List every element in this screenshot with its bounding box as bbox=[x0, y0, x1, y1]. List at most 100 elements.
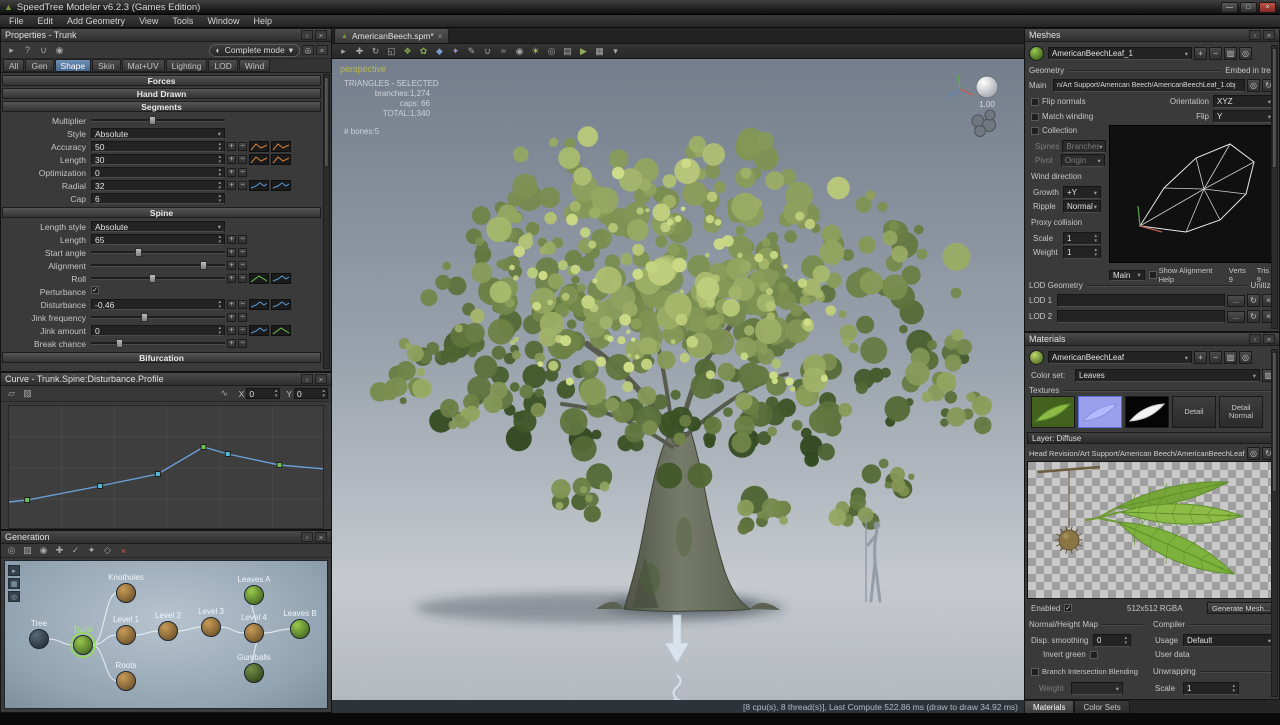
close-panel-icon[interactable]: × bbox=[1263, 30, 1275, 40]
curve-point-1[interactable] bbox=[98, 484, 103, 489]
panel-close-icon[interactable]: × bbox=[316, 45, 328, 55]
lod1-reload-icon[interactable]: ↻ bbox=[1247, 294, 1260, 307]
gen-node-trunk[interactable]: Trunk bbox=[71, 625, 95, 657]
optimization-input[interactable]: 0▴▾ bbox=[91, 167, 225, 178]
alignment-minus-button[interactable]: − bbox=[238, 261, 247, 270]
curve-editor[interactable] bbox=[8, 405, 324, 529]
main-mesh-path-field[interactable]: n/Art Support/American Beech/AmericanBee… bbox=[1053, 79, 1245, 92]
texture-preview[interactable] bbox=[1027, 461, 1277, 599]
lod2-browse-button[interactable]: ... bbox=[1227, 311, 1245, 323]
jink-frequency-slider-handle[interactable] bbox=[141, 313, 148, 322]
gen-node-leaves-b[interactable]: Leaves B bbox=[283, 609, 316, 639]
options-dropdown-icon[interactable]: ▾ bbox=[608, 45, 623, 58]
length-minus-button[interactable]: − bbox=[238, 235, 247, 244]
tab-lod[interactable]: LOD bbox=[208, 59, 237, 72]
focus-icon[interactable]: ◎ bbox=[544, 45, 559, 58]
start-angle-slider[interactable] bbox=[91, 251, 225, 254]
add-branch-icon[interactable]: ❖ bbox=[400, 45, 415, 58]
gen-node-level-2[interactable]: Level 2 bbox=[155, 611, 181, 641]
length-plus-button[interactable]: + bbox=[227, 155, 236, 164]
radial-plus-button[interactable]: + bbox=[227, 181, 236, 190]
section-bifurcation[interactable]: Bifurcation bbox=[2, 352, 321, 363]
show-alignment-checkbox[interactable] bbox=[1149, 271, 1157, 279]
add-material-button[interactable]: + bbox=[1194, 351, 1207, 364]
mesh-scale-input[interactable]: 1 ▴▾ bbox=[1063, 232, 1101, 245]
wind-icon[interactable]: ≈ bbox=[496, 45, 511, 58]
float-panel-icon[interactable]: ▫ bbox=[301, 30, 313, 40]
break-chance-slider[interactable] bbox=[91, 342, 225, 345]
section-spine[interactable]: Spine bbox=[2, 207, 321, 218]
disturbance-curve-thumb-1[interactable] bbox=[271, 299, 291, 310]
profile-mode-icon[interactable]: ▱ bbox=[4, 387, 19, 400]
lod1-browse-button[interactable]: ... bbox=[1227, 295, 1245, 307]
browse-texture-icon[interactable]: ◎ bbox=[1247, 447, 1260, 460]
break-chance-plus-button[interactable]: + bbox=[227, 339, 236, 348]
compute-icon[interactable]: ✦ bbox=[84, 544, 99, 557]
mesh-weight-input[interactable]: 1 ▴▾ bbox=[1063, 246, 1101, 259]
length-curve-thumb-1[interactable] bbox=[271, 154, 291, 165]
menu-tools[interactable]: Tools bbox=[165, 15, 200, 27]
curve-x-input[interactable]: 0▴▾ bbox=[246, 388, 280, 399]
camera-icon[interactable]: ◉ bbox=[512, 45, 527, 58]
menu-view[interactable]: View bbox=[132, 15, 165, 27]
jink-amount-plus-button[interactable]: + bbox=[227, 326, 236, 335]
usage-dropdown[interactable]: Default▾ bbox=[1183, 634, 1275, 647]
enabled-checkbox[interactable]: ✓ bbox=[1064, 604, 1072, 612]
multiplier-slider[interactable] bbox=[91, 119, 225, 122]
gen-node-leaves-a[interactable]: Leaves A bbox=[238, 575, 272, 605]
menu-add-geometry[interactable]: Add Geometry bbox=[60, 15, 132, 27]
radial-curve-thumb-0[interactable] bbox=[249, 180, 269, 191]
gen-node-gumballs[interactable]: Gumballs bbox=[237, 653, 271, 683]
lod2-reload-icon[interactable]: ↻ bbox=[1247, 310, 1260, 323]
normal-texture-thumb[interactable] bbox=[1078, 396, 1122, 428]
menu-edit[interactable]: Edit bbox=[31, 15, 61, 27]
optimization-plus-button[interactable]: + bbox=[227, 168, 236, 177]
embed-in-tree-label[interactable]: Embed in tree bbox=[1225, 66, 1275, 75]
close-panel-icon[interactable]: × bbox=[315, 30, 327, 40]
disturbance-minus-button[interactable]: − bbox=[238, 300, 247, 309]
tab-mat-uv[interactable]: Mat+UV bbox=[122, 59, 165, 72]
gear-icon[interactable]: ◎ bbox=[302, 45, 314, 55]
disturbance-input[interactable]: -0.46▴▾ bbox=[91, 299, 225, 310]
move-node-icon[interactable]: ✚ bbox=[52, 544, 67, 557]
close-panel-icon[interactable]: × bbox=[1263, 334, 1275, 344]
frame-icon[interactable]: ▨ bbox=[20, 544, 35, 557]
length-plus-button[interactable]: + bbox=[227, 235, 236, 244]
add-leaf-icon[interactable]: ✿ bbox=[416, 45, 431, 58]
tab-wind[interactable]: Wind bbox=[239, 59, 270, 72]
gen-node-level-4[interactable]: Level 4 bbox=[241, 613, 267, 643]
grid-icon[interactable]: ▦ bbox=[8, 578, 20, 589]
length-curve-thumb-0[interactable] bbox=[249, 154, 269, 165]
break-chance-minus-button[interactable]: − bbox=[238, 339, 247, 348]
cap-input[interactable]: 6▴▾ bbox=[91, 193, 225, 204]
float-panel-icon[interactable]: ▫ bbox=[301, 374, 313, 384]
alignment-slider-handle[interactable] bbox=[200, 261, 207, 270]
gen-node-level-3[interactable]: Level 3 bbox=[198, 607, 224, 637]
tab-lighting[interactable]: Lighting bbox=[166, 59, 208, 72]
style-dropdown[interactable]: Absolute▾ bbox=[91, 128, 225, 139]
optimization-minus-button[interactable]: − bbox=[238, 168, 247, 177]
start-angle-slider-handle[interactable] bbox=[135, 248, 142, 257]
section-forces[interactable]: Forces bbox=[2, 75, 321, 86]
magnet-icon[interactable]: ∪ bbox=[480, 45, 495, 58]
curve-point-2[interactable] bbox=[155, 472, 160, 477]
roll-slider-handle[interactable] bbox=[149, 274, 156, 283]
scale-icon[interactable]: ◱ bbox=[384, 45, 399, 58]
gen-node-level-1[interactable]: Level 1 bbox=[113, 615, 139, 645]
jink-amount-curve-thumb-1[interactable] bbox=[271, 325, 291, 336]
tab-skin[interactable]: Skin bbox=[92, 59, 121, 72]
menu-help[interactable]: Help bbox=[246, 15, 279, 27]
sun-icon[interactable]: ☀ bbox=[528, 45, 543, 58]
lod1-field[interactable] bbox=[1057, 294, 1225, 307]
meshes-scrollbar[interactable] bbox=[1271, 45, 1278, 329]
accuracy-curve-thumb-0[interactable] bbox=[249, 141, 269, 152]
jink-amount-curve-thumb-0[interactable] bbox=[249, 325, 269, 336]
play-icon[interactable]: ▶ bbox=[576, 45, 591, 58]
gen-node-tree[interactable]: Tree bbox=[30, 619, 49, 649]
float-panel-icon[interactable]: ▫ bbox=[301, 532, 313, 542]
variance-mode-icon[interactable]: ▨ bbox=[20, 387, 35, 400]
mesh-preview[interactable] bbox=[1109, 125, 1273, 263]
title-bar[interactable]: ▲ SpeedTree Modeler v6.2.3 (Games Editio… bbox=[0, 0, 1280, 15]
select-icon[interactable]: ▸ bbox=[336, 45, 351, 58]
start-angle-plus-button[interactable]: + bbox=[227, 248, 236, 257]
